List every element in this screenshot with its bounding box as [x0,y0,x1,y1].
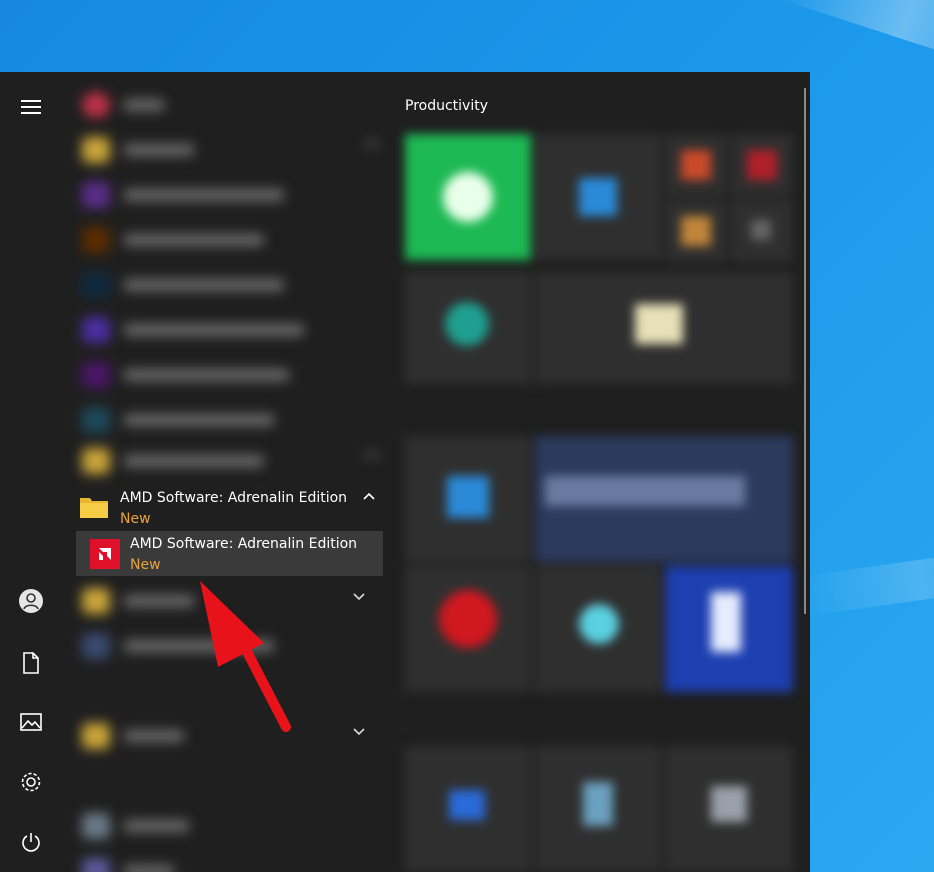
new-badge: New [120,511,151,527]
desktop-wallpaper-light [798,543,934,617]
power-icon[interactable] [10,821,52,863]
app-title: AMD Software: Adrenalin Edition [130,536,358,552]
blurred-app-entries [62,72,392,872]
app-amd-software[interactable]: AMD Software: Adrenalin Edition New [76,531,383,576]
scrollbar[interactable] [804,88,806,614]
expand-chevron-icon[interactable] [352,727,366,737]
expand-chevron-icon[interactable] [352,592,366,602]
blurred-tiles [392,72,810,872]
pictures-icon[interactable] [10,701,52,743]
desktop-wallpaper-light [777,0,934,79]
hamburger-menu-icon[interactable] [10,86,52,128]
start-rail [0,72,62,872]
tiles-area: Productivity [392,72,810,872]
new-badge: New [130,557,161,573]
user-icon[interactable] [10,580,52,622]
document-icon[interactable] [10,642,52,684]
app-list: AMD Software: Adrenalin Edition New AMD … [62,72,392,872]
folder-amd-software[interactable]: AMD Software: Adrenalin Edition New [76,484,384,530]
red-arrow-annotation [200,581,291,732]
folder-title: AMD Software: Adrenalin Edition [120,490,348,506]
start-menu: AMD Software: Adrenalin Edition New AMD … [0,72,810,872]
folder-icon [80,498,108,518]
settings-icon[interactable] [10,761,52,803]
collapse-chevron-icon[interactable] [362,490,376,504]
amd-logo-icon [90,539,120,569]
